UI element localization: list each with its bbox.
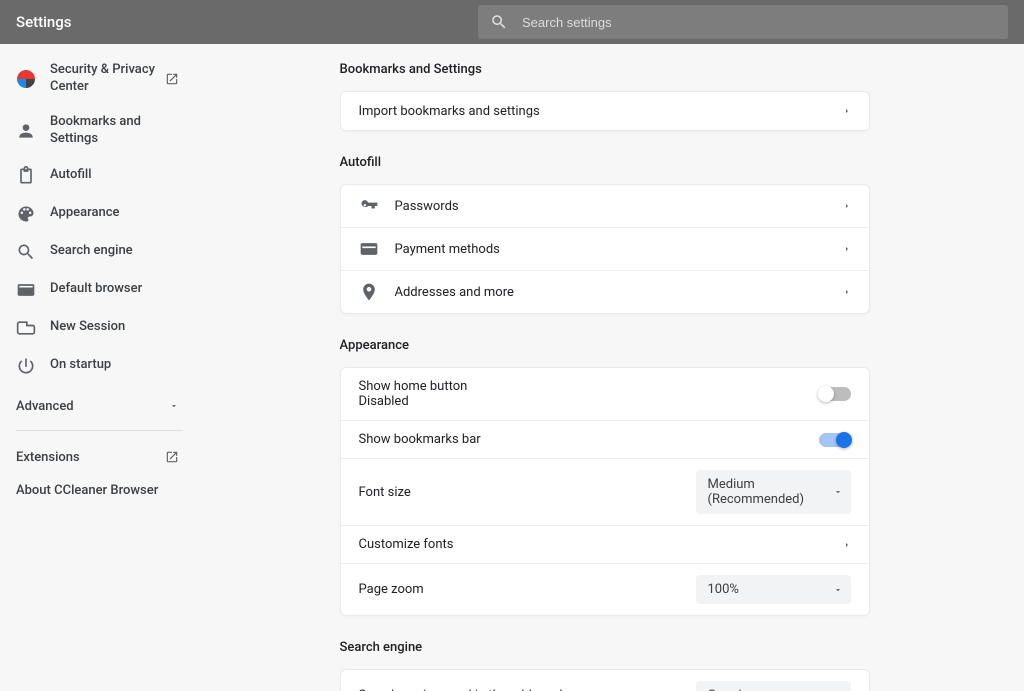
key-icon: [359, 196, 379, 216]
page-zoom-row: Page zoom 100%: [341, 563, 869, 615]
clipboard-icon: [16, 166, 36, 186]
customize-fonts-row[interactable]: Customize fonts: [341, 525, 869, 563]
location-icon: [359, 282, 379, 302]
app-header: Settings: [0, 0, 1024, 44]
browser-icon: [16, 280, 36, 300]
sidebar-item-extensions[interactable]: Extensions: [0, 441, 195, 474]
sidebar: Security & Privacy Center Bookmarks and …: [0, 44, 195, 691]
page-title: Settings: [16, 13, 478, 31]
external-link-icon: [165, 450, 179, 464]
autofill-payment-row[interactable]: Payment methods: [341, 227, 869, 270]
sidebar-item-new-session[interactable]: New Session: [0, 309, 195, 347]
chevron-right-icon: [843, 243, 851, 255]
search-engine-dropdown[interactable]: Google: [696, 681, 851, 691]
search-box[interactable]: [478, 5, 1008, 39]
sidebar-item-security-privacy[interactable]: Security & Privacy Center: [0, 53, 195, 105]
sidebar-divider: [16, 430, 183, 431]
chevron-right-icon: [843, 105, 851, 117]
sidebar-item-appearance[interactable]: Appearance: [0, 195, 195, 233]
advanced-toggle[interactable]: Advanced: [0, 385, 195, 424]
palette-icon: [16, 204, 36, 224]
show-home-button-toggle[interactable]: [819, 387, 851, 401]
chevron-right-icon: [843, 539, 851, 551]
sidebar-item-autofill[interactable]: Autofill: [0, 157, 195, 195]
search-icon: [16, 242, 36, 262]
section-appearance: Appearance Show home button Disabled Sho…: [340, 338, 870, 616]
import-bookmarks-row[interactable]: Import bookmarks and settings: [341, 92, 869, 130]
ccleaner-icon: [16, 69, 36, 89]
sidebar-item-on-startup[interactable]: On startup: [0, 347, 195, 385]
section-title-bookmarks: Bookmarks and Settings: [340, 62, 870, 77]
show-bookmarks-bar-row: Show bookmarks bar: [341, 420, 869, 458]
sidebar-item-bookmarks-settings[interactable]: Bookmarks and Settings: [0, 105, 195, 157]
search-engine-used-row: Search engine used in the address bar Go…: [341, 670, 869, 691]
font-size-row: Font size Medium (Recommended): [341, 458, 869, 525]
section-bookmarks: Bookmarks and Settings Import bookmarks …: [340, 62, 870, 131]
external-link-icon: [165, 72, 179, 86]
search-icon: [490, 13, 508, 31]
tab-icon: [16, 318, 36, 338]
page-zoom-dropdown[interactable]: 100%: [696, 575, 851, 604]
power-icon: [16, 356, 36, 376]
show-bookmarks-bar-toggle[interactable]: [819, 433, 851, 447]
section-autofill: Autofill Passwords Payment methods: [340, 155, 870, 314]
person-icon: [16, 121, 36, 141]
sidebar-item-search-engine[interactable]: Search engine: [0, 233, 195, 271]
font-size-dropdown[interactable]: Medium (Recommended): [696, 470, 851, 514]
section-title-autofill: Autofill: [340, 155, 870, 170]
chevron-right-icon: [843, 286, 851, 298]
show-home-button-row: Show home button Disabled: [341, 368, 869, 420]
section-title-search-engine: Search engine: [340, 640, 870, 655]
chevron-right-icon: [843, 200, 851, 212]
sidebar-item-about[interactable]: About CCleaner Browser: [0, 474, 195, 507]
credit-card-icon: [359, 239, 379, 259]
autofill-passwords-row[interactable]: Passwords: [341, 185, 869, 227]
search-input[interactable]: [522, 15, 996, 30]
main-content: Bookmarks and Settings Import bookmarks …: [195, 44, 1024, 691]
section-search-engine: Search engine Search engine used in the …: [340, 640, 870, 691]
autofill-addresses-row[interactable]: Addresses and more: [341, 270, 869, 313]
chevron-down-icon: [169, 401, 179, 411]
section-title-appearance: Appearance: [340, 338, 870, 353]
sidebar-item-default-browser[interactable]: Default browser: [0, 271, 195, 309]
